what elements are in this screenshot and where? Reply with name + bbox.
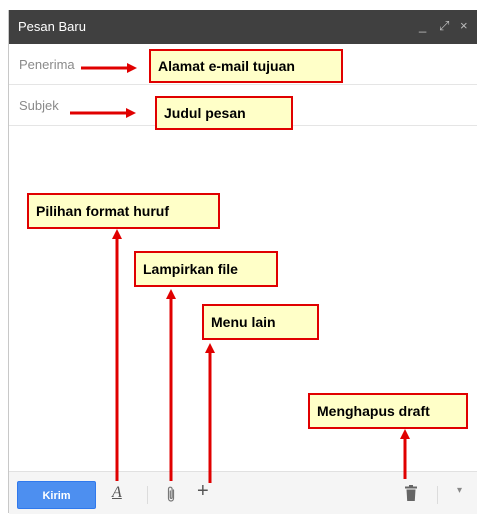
callout-more: Menu lain [202,304,319,340]
callout-delete: Menghapus draft [308,393,468,429]
callout-subject: Judul pesan [155,96,293,130]
callout-format: Pilihan format huruf [27,193,220,229]
callout-recipient: Alamat e-mail tujuan [149,49,343,83]
callout-attach: Lampirkan file [134,251,278,287]
